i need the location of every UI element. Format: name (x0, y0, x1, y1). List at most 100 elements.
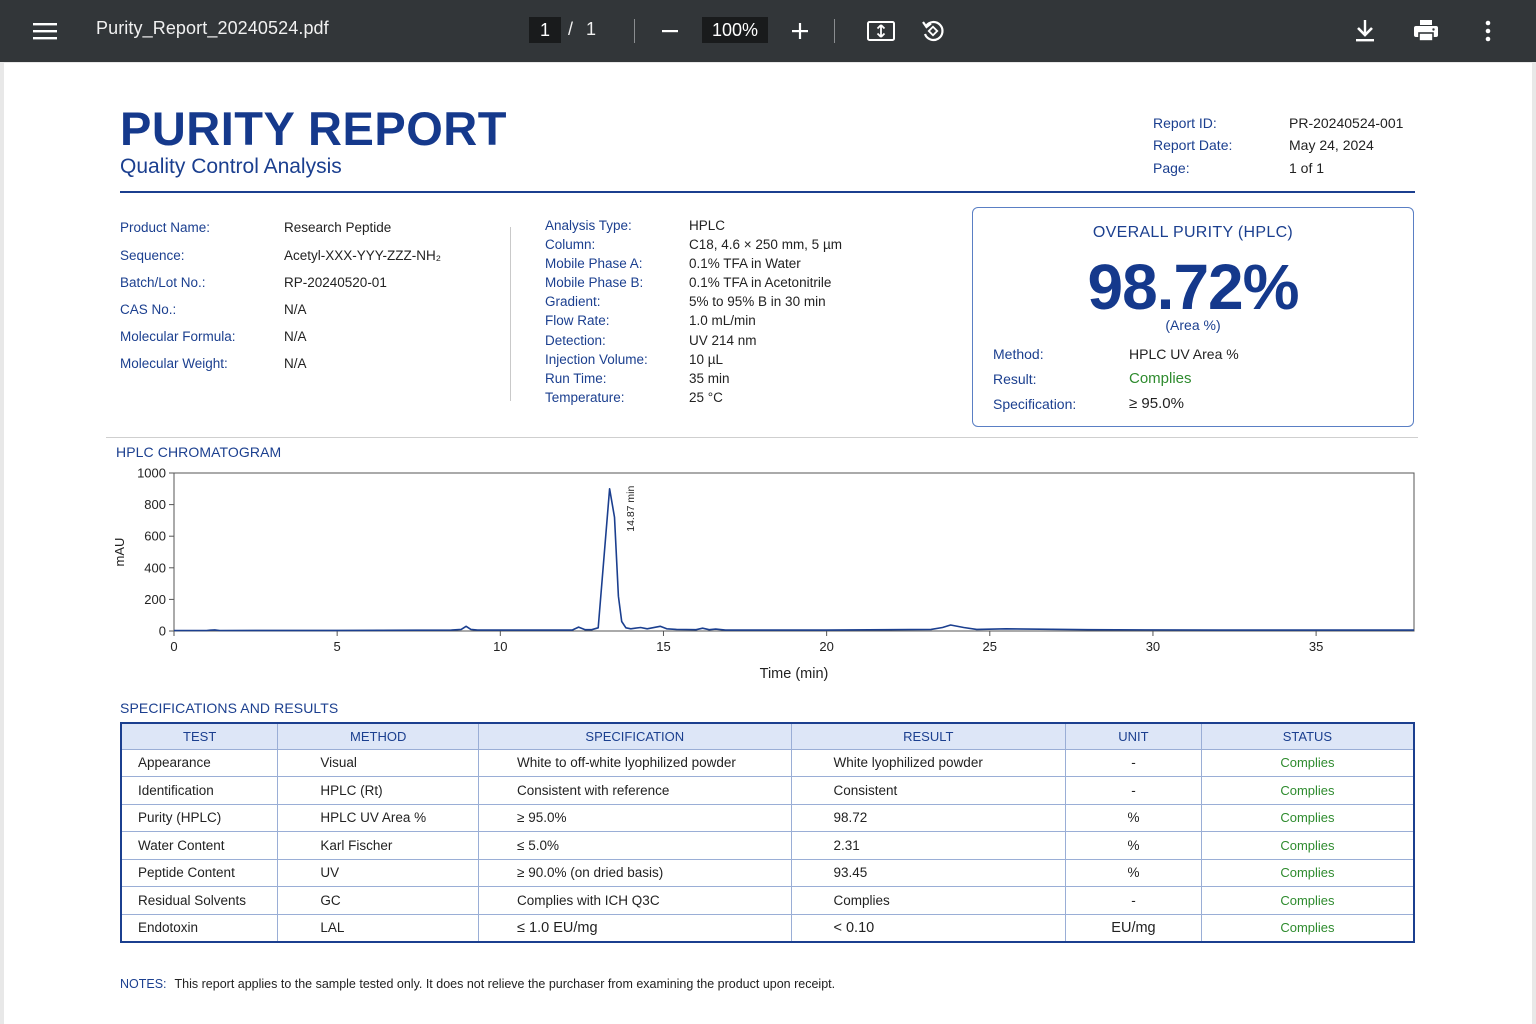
document-title: Purity_Report_20240524.pdf (96, 18, 329, 38)
specifications-table-body: Appearance Visual White to off-white lyoph… (120, 748, 1415, 942)
zoom-out-icon (660, 21, 680, 41)
notes: NOTES: This report applies to the sample … (120, 977, 835, 991)
purity-method-label: Method: (993, 346, 1044, 362)
y-axis-label: mAU (112, 538, 127, 567)
menu-icon (32, 21, 58, 41)
table-row: Purity (HPLC) HPLC UV Area % ≥ 95.0% 98.72%… (120, 803, 1415, 832)
table-row: Identification HPLC (Rt) Consistent with r… (120, 776, 1415, 805)
table-row: Peptide Content UV ≥ 90.0% (on dried basis… (120, 858, 1415, 887)
cell-result: White lyophilized powder (790, 748, 1067, 777)
cell-unit: - (1065, 748, 1202, 777)
cell-result: Complies (790, 886, 1067, 915)
x-tick-label: 5 (334, 639, 341, 654)
sequence-value: Acetyl-XXX-YYY-ZZZ-NH₂ (284, 248, 442, 263)
cell-unit: % (1065, 858, 1202, 887)
cell-method: HPLC UV Area % (277, 803, 480, 832)
cell-specification: ≥ 95.0% (478, 803, 792, 832)
mobile-phase-b-value: 0.1% TFA in Acetonitrile (689, 275, 832, 290)
report-title: PURITY REPORT (120, 102, 507, 155)
zoom-level-input[interactable]: 100% (702, 17, 768, 43)
y-tick-label: 800 (144, 497, 166, 512)
cell-specification: Complies with ICH Q3C (478, 886, 792, 915)
purity-result-value: Complies (1129, 370, 1192, 387)
chart-ticks: 0 5 10 15 20 25 30 35 0 200 400 600 800 1000 (137, 466, 1323, 655)
purity-spec-value: ≥ 95.0% (1129, 395, 1184, 412)
toolbar-divider (634, 19, 635, 43)
injection-volume-label: Injection Volume: (545, 352, 648, 367)
peak-annotation-label: 14.87 min (625, 485, 637, 531)
flow-rate-value: 1.0 mL/min (689, 313, 756, 328)
table-row: Appearance Visual White to off-white lyoph… (120, 748, 1415, 777)
table-header-row: TEST METHOD SPECIFICATION RESULT UNIT ST… (120, 722, 1415, 750)
sequence-label: Sequence: (120, 248, 185, 263)
cell-method: Visual (277, 748, 480, 777)
specifications-table: TEST METHOD SPECIFICATION RESULT UNIT ST… (120, 722, 1415, 943)
analysis-type-value: HPLC (689, 218, 726, 233)
cell-method: HPLC (Rt) (277, 776, 480, 805)
print-button[interactable] (1410, 16, 1442, 46)
zoom-out-button[interactable] (656, 17, 684, 45)
detection-label: Detection: (545, 333, 606, 348)
cell-specification: White to off-white lyophilized powder (478, 748, 792, 777)
x-tick-label: 0 (170, 639, 177, 654)
table-row: Residual Solvents GC Complies with ICH Q3C… (120, 886, 1415, 915)
product-name-value: Research Peptide (284, 220, 392, 235)
product-name-label: Product Name: (120, 220, 211, 235)
plot-frame (173, 472, 1415, 632)
cell-method: LAL (277, 913, 480, 942)
current-page-input[interactable]: 1 (529, 17, 561, 43)
menu-button[interactable] (28, 17, 62, 45)
download-button[interactable] (1350, 16, 1380, 46)
purity-spec-label: Specification: (993, 396, 1077, 412)
fit-page-button[interactable] (864, 16, 898, 46)
chromatogram-series-line (174, 487, 1414, 632)
cell-test: Endotoxin (120, 913, 279, 942)
fit-page-icon (866, 20, 896, 42)
x-tick-label: 25 (983, 639, 997, 654)
table-row: Water Content Karl Fischer ≤ 5.0% 2.31% Comp… (120, 831, 1415, 860)
cell-unit: % (1065, 803, 1202, 832)
purity-heading: OVERALL PURITY (HPLC) (1092, 224, 1294, 241)
purity-value: 98.72% (1087, 251, 1299, 323)
cell-unit: EU/mg (1065, 913, 1202, 942)
run-time-label: Run Time: (545, 371, 607, 386)
column-header-specification: SPECIFICATION (478, 722, 792, 750)
formula-label: Molecular Formula: (120, 329, 236, 344)
chromatogram-title: HPLC CHROMATOGRAM (116, 444, 282, 460)
report-date-label: Report Date: (1153, 137, 1233, 153)
gradient-label: Gradient: (545, 294, 601, 309)
cell-result: Consistent (790, 776, 1067, 805)
gradient-value: 5% to 95% B in 30 min (689, 294, 826, 309)
overall-purity-panel: OVERALL PURITY (HPLC) 98.72% (Area %) Me… (972, 207, 1414, 427)
zoom-in-button[interactable] (786, 17, 814, 45)
column-header-test: TEST (120, 722, 279, 750)
mobile-phase-b-label: Mobile Phase B: (545, 275, 644, 290)
x-tick-label: 30 (1146, 639, 1160, 654)
cell-test: Water Content (120, 831, 279, 860)
rotate-button[interactable] (918, 16, 948, 46)
cell-specification: ≤ 1.0 EU/mg (478, 913, 792, 942)
toolbar-divider (834, 19, 835, 43)
cell-specification: Consistent with reference (478, 776, 792, 805)
temperature-label: Temperature: (545, 390, 625, 405)
temperature-value: 25 °C (689, 390, 723, 405)
cell-result: 2.31 (790, 831, 1067, 860)
print-icon (1413, 19, 1439, 43)
x-tick-label: 20 (819, 639, 833, 654)
cell-test: Peptide Content (120, 858, 279, 887)
pdf-toolbar: Purity_Report_20240524.pdf 1 / 1 100% (0, 0, 1536, 62)
cell-status: Complies (1200, 831, 1415, 860)
y-tick-label: 0 (159, 624, 166, 639)
more-options-button[interactable] (1474, 16, 1502, 46)
injection-volume-value: 10 µL (689, 352, 724, 367)
cell-specification: ≤ 5.0% (478, 831, 792, 860)
detection-value: UV 214 nm (689, 333, 757, 348)
download-icon (1354, 19, 1376, 43)
total-pages: 1 (586, 19, 597, 39)
pdf-page: PURITY REPORT Quality Control Analysis R… (4, 63, 1532, 1024)
notes-text: This report applies to the sample tested… (174, 977, 836, 991)
column-header-status: STATUS (1200, 722, 1415, 750)
more-icon (1484, 20, 1492, 42)
cell-test: Residual Solvents (120, 886, 279, 915)
purity-method-value: HPLC UV Area % (1129, 346, 1239, 362)
